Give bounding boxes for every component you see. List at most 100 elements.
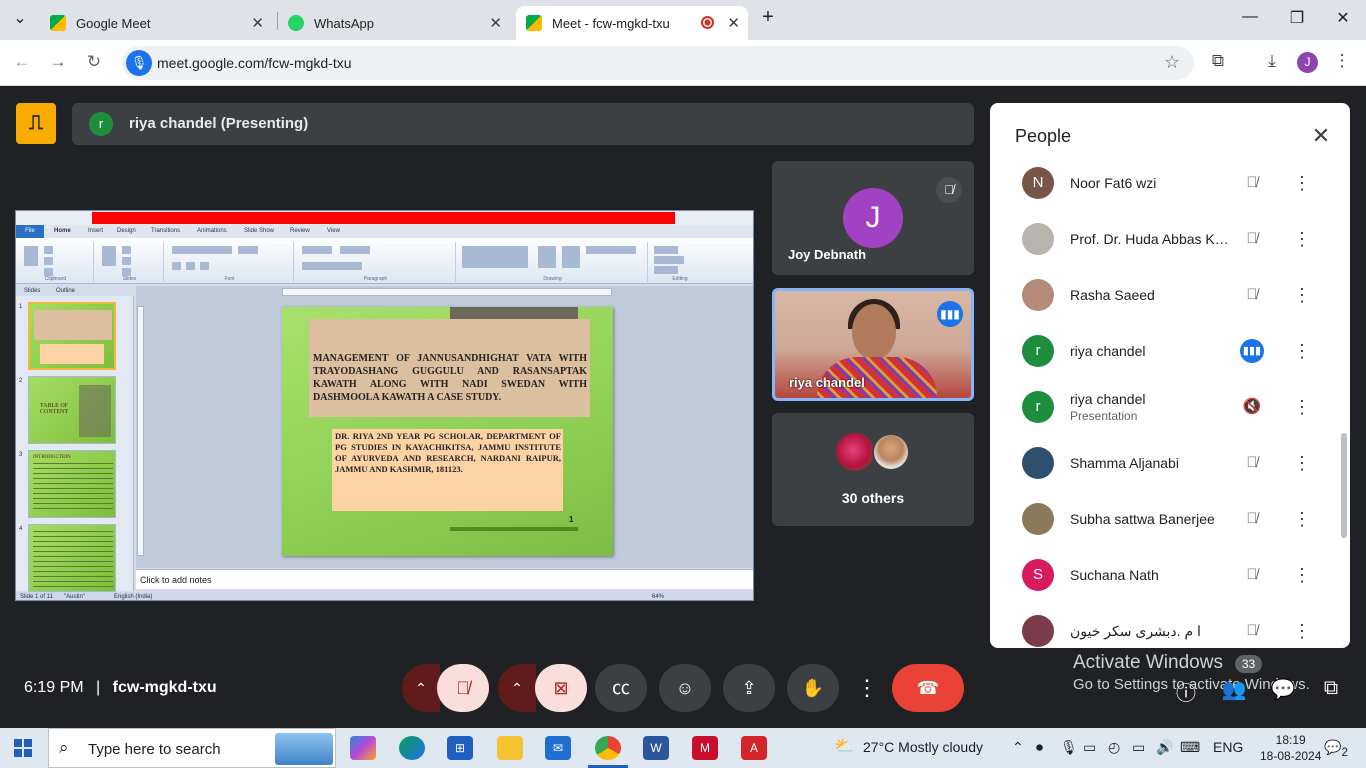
mail-icon[interactable]: ✉: [545, 736, 571, 760]
close-tab-icon[interactable]: ✕: [251, 14, 264, 32]
people-icon[interactable]: 👥: [1221, 677, 1247, 702]
word-icon[interactable]: W: [643, 736, 669, 760]
browser-menu-icon[interactable]: ⋮: [1330, 51, 1354, 71]
reactions-button[interactable]: ☺: [659, 664, 711, 712]
shapes-gallery: [462, 246, 528, 268]
notification-icon[interactable]: 💬2: [1324, 739, 1348, 759]
participant-row[interactable]: r riya chandel ▮▮▮ ⋮: [990, 323, 1330, 379]
minimize-button[interactable]: —: [1238, 8, 1262, 26]
tray-mic-icon[interactable]: 🎙: [1060, 739, 1078, 756]
tray-battery-icon[interactable]: ▭: [1132, 739, 1145, 756]
tab-meet-active[interactable]: Meet - fcw-mgkd-txu ✕: [516, 6, 748, 40]
participant-row[interactable]: S Suchana Nath 🎙̸ ⋮: [990, 547, 1330, 603]
format-painter-icon: [44, 268, 53, 276]
close-tab-icon[interactable]: ✕: [727, 14, 740, 32]
copilot-icon[interactable]: [350, 736, 376, 760]
captions-button[interactable]: ㏄: [595, 664, 647, 712]
participant-tile-others[interactable]: 30 others: [772, 413, 974, 526]
taskbar-search-box[interactable]: ⌕ Type here to search: [48, 728, 336, 768]
close-window-button[interactable]: ✕: [1331, 8, 1355, 28]
chrome-icon[interactable]: [595, 736, 621, 760]
participant-row[interactable]: Subha sattwa Banerjee 🎙̸ ⋮: [990, 491, 1330, 547]
participant-row[interactable]: Rasha Saeed 🎙̸ ⋮: [990, 267, 1330, 323]
acrobat-icon[interactable]: A: [741, 736, 767, 760]
participant-tile-joy[interactable]: J Joy Debnath 🎙̸: [772, 161, 974, 275]
presenter-label: riya chandel (Presenting): [129, 115, 309, 132]
presentation-icon[interactable]: ⎍: [16, 103, 56, 144]
replace-icon: [654, 256, 684, 264]
thumb-number: 3: [19, 452, 23, 458]
more-vert-icon[interactable]: ⋮: [1290, 339, 1314, 363]
thumb-body-lines: [33, 463, 113, 511]
mic-off-icon: 🎙̸: [936, 177, 962, 203]
more-vert-icon[interactable]: ⋮: [1290, 507, 1314, 531]
participant-name: Noor Fat6 wzi: [1070, 175, 1157, 191]
ribbon-group-label: Editing: [672, 276, 688, 282]
tray-network-icon[interactable]: ◴: [1108, 739, 1120, 756]
back-button[interactable]: ←: [10, 52, 34, 72]
more-vert-icon[interactable]: ⋮: [1290, 451, 1314, 475]
extensions-icon[interactable]: ⧉: [1206, 51, 1230, 71]
mcafee-icon[interactable]: M: [692, 736, 718, 760]
participant-row[interactable]: r riya chandel Presentation 🔇 ⋮: [990, 379, 1330, 435]
participant-row[interactable]: N Noor Fat6 wzi 🎙̸ ⋮: [990, 161, 1330, 211]
microphone-toggle-button[interactable]: 🎙̸: [437, 664, 489, 712]
vertical-ruler: [137, 306, 144, 556]
tray-display-icon[interactable]: ▭: [1083, 739, 1096, 756]
tab-google-meet[interactable]: Google Meet ✕: [40, 6, 272, 40]
participant-row[interactable]: Prof. Dr. Huda Abbas Ka... 🎙̸ ⋮: [990, 211, 1330, 267]
ribbon-group-editing: Editing: [650, 242, 710, 282]
close-tab-icon[interactable]: ✕: [489, 14, 502, 32]
weather-text[interactable]: 27°C Mostly cloudy: [863, 739, 983, 755]
more-vert-icon[interactable]: ⋮: [1290, 395, 1314, 419]
participant-list: N Noor Fat6 wzi 🎙̸ ⋮ Prof. Dr. Huda Abbas Ka…: [990, 161, 1350, 648]
more-vert-icon[interactable]: ⋮: [1290, 171, 1314, 195]
tray-camera-icon[interactable]: ⏺: [1036, 739, 1043, 756]
video-options-button[interactable]: ⌃: [498, 664, 536, 712]
mic-off-icon: 🎙̸: [1246, 286, 1258, 303]
new-tab-button[interactable]: +: [756, 6, 780, 29]
ribbon-group-paragraph: Paragraph: [296, 242, 456, 282]
bookmark-star-icon[interactable]: ☆: [1164, 52, 1180, 73]
camera-toggle-button[interactable]: ⊠: [535, 664, 587, 712]
raise-hand-button[interactable]: ✋: [787, 664, 839, 712]
chat-icon[interactable]: 💬: [1270, 677, 1296, 702]
tab-whatsapp[interactable]: WhatsApp ✕: [278, 6, 510, 40]
ppt-panel-tab-outline: Outline: [56, 288, 76, 294]
tray-language[interactable]: ENG: [1213, 739, 1243, 755]
windows-start-icon[interactable]: [14, 739, 32, 757]
more-options-button[interactable]: ⋮: [853, 664, 881, 712]
reload-button[interactable]: ↻: [82, 52, 106, 72]
edge-icon[interactable]: [399, 736, 425, 760]
address-bar[interactable]: 🎙 meet.google.com/fcw-mgkd-txu ☆: [122, 46, 1194, 80]
microphone-in-use-icon[interactable]: 🎙: [126, 50, 152, 76]
more-vert-icon[interactable]: ⋮: [1290, 619, 1314, 643]
restore-button[interactable]: ❐: [1285, 8, 1309, 28]
tray-volume-icon[interactable]: 🔊: [1156, 739, 1173, 756]
store-icon[interactable]: ⊞: [447, 736, 473, 760]
participant-name: Suchana Nath: [1070, 567, 1159, 583]
file-explorer-icon[interactable]: [497, 736, 523, 760]
audio-options-button[interactable]: ⌃: [402, 664, 440, 712]
more-vert-icon[interactable]: ⋮: [1290, 563, 1314, 587]
scrollbar[interactable]: [1341, 433, 1347, 538]
participant-row[interactable]: ا م .دبشری سکر خیون 🎙̸ ⋮: [990, 603, 1330, 648]
present-button[interactable]: ⇪: [723, 664, 775, 712]
participant-tile-riya[interactable]: riya chandel ▮▮▮: [772, 288, 974, 401]
activities-icon[interactable]: ⧉: [1318, 677, 1344, 700]
profile-avatar[interactable]: J: [1297, 52, 1318, 73]
more-vert-icon[interactable]: ⋮: [1290, 227, 1314, 251]
forward-button[interactable]: →: [46, 52, 70, 72]
tray-chevron-icon[interactable]: ⌃: [1012, 739, 1024, 756]
tray-keyboard-icon[interactable]: ⌨: [1180, 739, 1200, 756]
participant-row[interactable]: Shamma Aljanabi 🎙̸ ⋮: [990, 435, 1330, 491]
close-icon[interactable]: ✕: [1308, 123, 1334, 149]
leave-call-button[interactable]: ☎: [892, 664, 964, 712]
more-vert-icon[interactable]: ⋮: [1290, 283, 1314, 307]
download-icon[interactable]: ⤓: [1260, 51, 1284, 71]
info-icon[interactable]: ⓘ: [1173, 677, 1199, 706]
participant-name: Subha sattwa Banerjee: [1070, 511, 1215, 527]
thumb-text: INTRODUCTION: [33, 455, 71, 460]
taskbar-clock[interactable]: 18:19 18-08-2024: [1260, 732, 1321, 764]
tab-search-button[interactable]: ⌄: [8, 8, 32, 28]
